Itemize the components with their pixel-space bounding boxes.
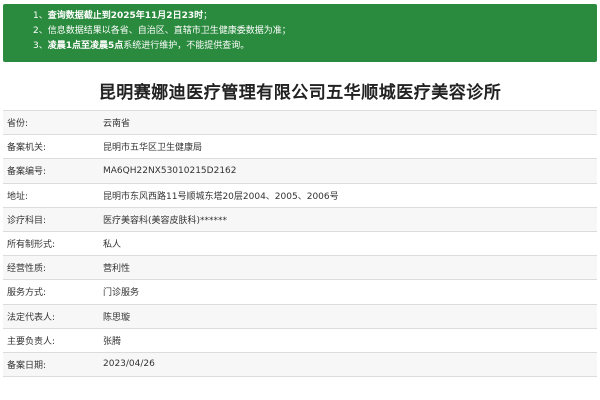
row-value: MA6QH22NX53010215D2162 — [103, 165, 237, 176]
notice-line-3-emphasis: 凌晨1点至凌晨5点 — [47, 41, 124, 51]
row-value: 昆明市东风西路11号顺城东塔20层2004、2005、2006号 — [103, 191, 339, 202]
row-value: 张腾 — [103, 336, 122, 347]
table-row-ownership: 所有制形式: 私人 — [3, 232, 597, 257]
row-label: 所有制形式: — [7, 240, 56, 251]
table-row-province: 省份: 云南省 — [3, 111, 597, 136]
row-label: 备案编号: — [7, 167, 47, 178]
notice-line-3: 3、凌晨1点至凌晨5点系统进行维护，不能提供查询。 — [33, 39, 597, 54]
table-row-record-date: 备案日期: 2023/04/26 — [3, 352, 597, 378]
row-value: 医疗美容科(美容皮肤科)****** — [103, 215, 228, 226]
notice-line-2-text: 信息数据结果以各省、自治区、直辖市卫生健康委数据为准； — [47, 26, 291, 36]
row-value: 营利性 — [103, 264, 131, 275]
row-label: 经营性质: — [7, 264, 47, 275]
row-label: 地址: — [7, 191, 29, 202]
row-label: 主要负责人: — [7, 336, 56, 347]
row-value: 门诊服务 — [103, 288, 140, 299]
notice-banner: 1、查询数据截止到2025年11月2日23时； 2、信息数据结果以各省、自治区、… — [3, 4, 597, 62]
notice-line-2: 2、信息数据结果以各省、自治区、直辖市卫生健康委数据为准； — [33, 24, 597, 39]
notice-line-2-number: 2、 — [33, 26, 48, 36]
table-row-legal-rep: 法定代表人: 陈思璇 — [3, 304, 597, 329]
table-row-nature: 经营性质: 营利性 — [3, 256, 597, 281]
row-value: 云南省 — [103, 119, 131, 130]
table-row-authority: 备案机关: 昆明市五华区卫生健康局 — [3, 135, 597, 160]
info-table: 省份: 云南省 备案机关: 昆明市五华区卫生健康局 备案编号: MA6QH22N… — [3, 110, 597, 378]
row-label: 备案机关: — [7, 143, 47, 154]
table-row-principal: 主要负责人: 张腾 — [3, 329, 597, 353]
table-row-record-number: 备案编号: MA6QH22NX53010215D2162 — [3, 159, 597, 184]
notice-line-3-number: 3、 — [33, 41, 48, 51]
notice-line-1: 1、查询数据截止到2025年11月2日23时； — [33, 9, 597, 24]
row-label: 法定代表人: — [7, 312, 56, 323]
row-label: 诊疗科目: — [7, 215, 47, 226]
row-label: 备案日期: — [7, 360, 47, 371]
notice-line-1-text: ； — [203, 11, 213, 21]
row-value: 私人 — [103, 240, 122, 251]
table-row-service-mode: 服务方式: 门诊服务 — [3, 280, 597, 305]
notice-line-3-text: 系统进行维护，不能提供查询。 — [123, 41, 250, 51]
row-value: 陈思璇 — [103, 312, 131, 323]
notice-line-1-emphasis: 查询数据截止到2025年11月2日23时 — [47, 11, 204, 21]
page-title: 昆明赛娜迪医疗管理有限公司五华顺城医疗美容诊所 — [98, 83, 502, 103]
row-value: 昆明市五华区卫生健康局 — [103, 143, 203, 154]
row-value: 2023/04/26 — [103, 359, 155, 370]
table-row-departments: 诊疗科目: 医疗美容科(美容皮肤科)****** — [3, 207, 597, 232]
notice-line-1-number: 1、 — [33, 11, 48, 21]
row-label: 服务方式: — [7, 288, 47, 299]
row-label: 省份: — [7, 119, 29, 130]
table-row-address: 地址: 昆明市东风西路11号顺城东塔20层2004、2005、2006号 — [3, 184, 597, 208]
